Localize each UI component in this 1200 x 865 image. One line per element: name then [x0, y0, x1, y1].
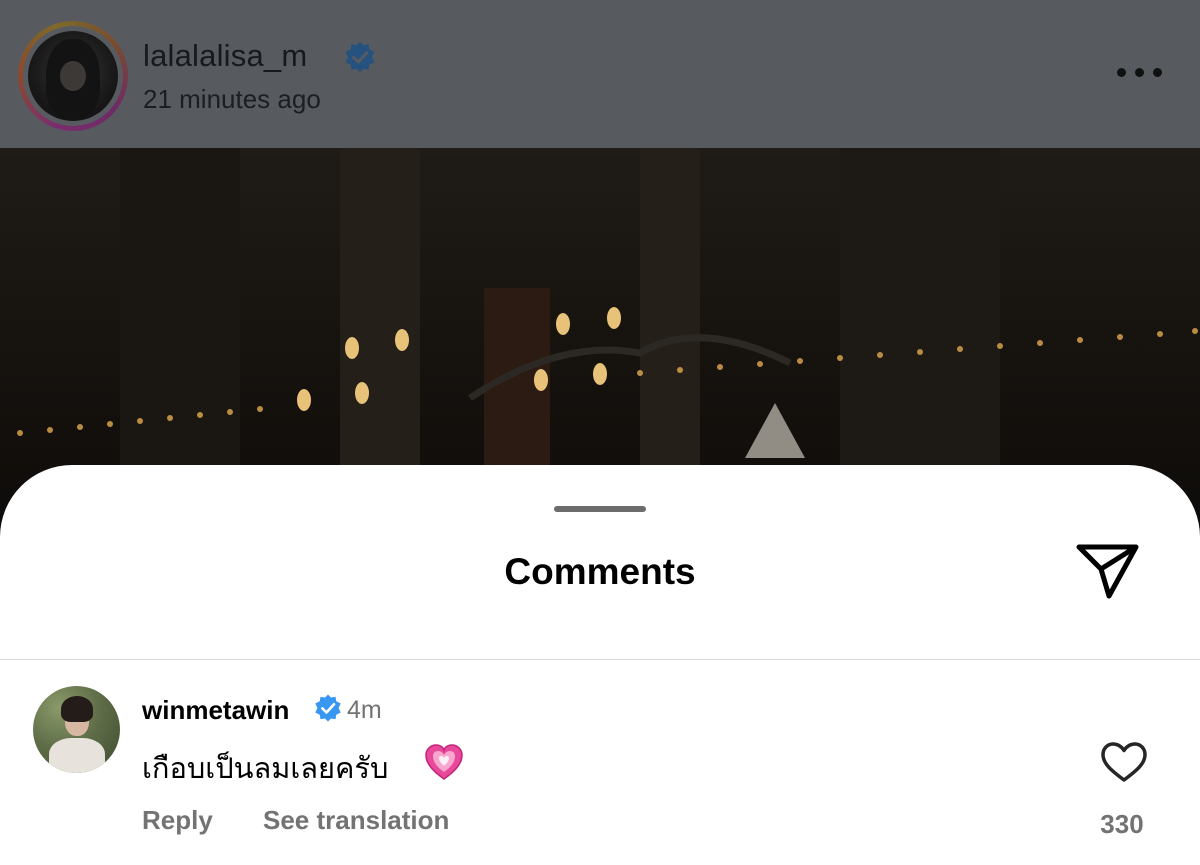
comment-timestamp: 4m [347, 696, 382, 724]
divider [0, 659, 1200, 660]
sheet-title: Comments [504, 551, 696, 592]
sheet-drag-handle[interactable] [554, 506, 646, 512]
reply-button[interactable]: Reply [142, 805, 213, 836]
see-translation-button[interactable]: See translation [263, 805, 449, 836]
lantern-lights [17, 307, 1198, 458]
comment-text: เกือบเป็นลมเลยครับ [142, 751, 389, 785]
share-send-icon[interactable] [1074, 541, 1142, 603]
author-avatar[interactable] [18, 21, 128, 131]
post-timestamp: 21 minutes ago [143, 84, 321, 114]
post-photo [0, 148, 1200, 488]
like-heart-icon[interactable] [1100, 741, 1148, 783]
avatar-photo [28, 31, 118, 121]
more-options-icon[interactable] [1117, 68, 1163, 80]
comment-username[interactable]: winmetawin [142, 695, 289, 726]
heart-emoji-icon [425, 744, 463, 780]
post-header: lalalalisa_m 21 minutes ago [0, 0, 1200, 148]
verified-badge-icon [345, 41, 375, 73]
commenter-avatar[interactable] [33, 686, 120, 773]
like-count: 330 [1100, 809, 1144, 839]
comments-sheet: Comments winmetawin 4m เกือบเป็นลมเลยครั… [0, 465, 1200, 865]
verified-badge-icon [315, 694, 341, 722]
post-username[interactable]: lalalalisa_m [143, 38, 307, 74]
